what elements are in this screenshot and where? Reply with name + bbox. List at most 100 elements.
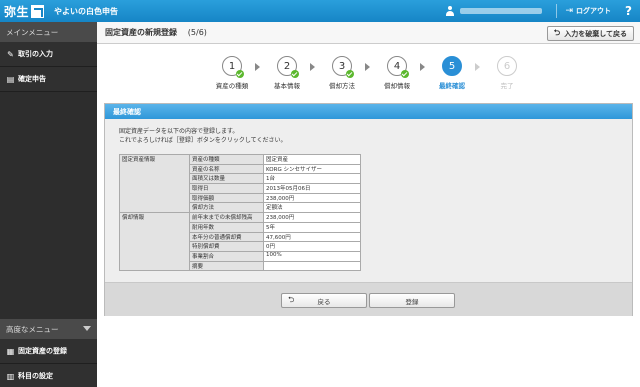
sidebar-header-main: メインメニュー: [0, 22, 97, 42]
book-icon: ▥: [6, 371, 15, 381]
step-label: 償却情報: [384, 82, 410, 90]
logo-text: 弥生: [4, 4, 30, 19]
logout-icon[interactable]: ⇥: [565, 6, 573, 16]
return-icon: ⮌: [553, 27, 561, 37]
step-label: 完了: [500, 82, 514, 90]
field-label: 資産の種類: [189, 154, 264, 165]
arrow-right-icon: [365, 63, 370, 71]
field-label: 事業割合: [189, 250, 264, 262]
page-title-text: 固定資産の新規登録: [105, 28, 177, 37]
field-label: 耐用年数: [189, 221, 264, 233]
field-label: 取得価額: [189, 192, 264, 204]
field-value: 2013年05月06日: [263, 183, 361, 194]
field-value: 固定資産: [263, 154, 361, 165]
step-counter: (5/6): [187, 28, 207, 37]
field-value: 238,000円: [263, 192, 361, 204]
step-number: 4: [393, 60, 401, 72]
step-label: 償却方法: [329, 82, 355, 90]
step-number: 2: [283, 60, 291, 72]
field-value: [263, 260, 361, 272]
page-title: 固定資産の新規登録 (5/6): [105, 27, 207, 38]
sidebar-item-tax-return[interactable]: ▤ 確定申告: [0, 67, 97, 92]
sidebar-item-label: 取引の入力: [18, 50, 53, 58]
step-number: 6: [503, 60, 511, 72]
field-label: 面積又は数量: [189, 173, 264, 185]
sidebar: メインメニュー ✎ 取引の入力 ▤ 確定申告 高度なメニュー ▦ 固定資産の登録…: [0, 22, 97, 387]
panel-title: 最終確認: [105, 104, 632, 119]
field-value: KORG シンセサイザー: [263, 163, 361, 175]
field-label: 摘要: [189, 260, 264, 272]
step-6: 6 完了: [482, 56, 532, 90]
yayoi-logo: 弥生: [4, 3, 45, 20]
pencil-icon: ✎: [7, 49, 14, 59]
field-label: 資産の名称: [189, 163, 264, 175]
group-label: 償却情報: [119, 212, 190, 272]
sidebar-header-advanced[interactable]: 高度なメニュー: [0, 319, 97, 339]
field-value: 47,600円: [263, 231, 361, 243]
divider: [556, 4, 558, 18]
top-bar: 弥生 やよいの白色申告 ⇥ ログアウト ?: [0, 0, 640, 22]
check-icon: [346, 70, 354, 78]
step-number: 5: [448, 60, 456, 72]
step-progress: 1 資産の種類 2 基本情報 3 償却方法 4 償却情報 5 最終確認 6 完了: [207, 56, 517, 96]
instruction-text: 固定資産データを以下の内容で登録します。 これでよろしければ［登録］ボタンをクリ…: [119, 127, 286, 145]
logout-link[interactable]: ログアウト: [576, 6, 611, 16]
step-2[interactable]: 2 基本情報: [262, 56, 312, 90]
step-3[interactable]: 3 償却方法: [317, 56, 367, 90]
step-number: 1: [228, 60, 236, 72]
arrow-right-icon: [310, 63, 315, 71]
field-value: 100%: [263, 250, 361, 262]
sidebar-item-label: 科目の設定: [18, 372, 53, 380]
app-title: やよいの白色申告: [54, 6, 119, 16]
field-label: 償却方法: [189, 202, 264, 214]
discard-button-label: 入力を破棄して戻る: [564, 29, 627, 38]
user-icon: [445, 6, 455, 16]
arrow-right-icon: [255, 63, 260, 71]
return-icon: ⮌: [288, 294, 295, 304]
instruction-line-2: これでよろしければ［登録］ボタンをクリックしてください。: [119, 137, 287, 144]
chevron-down-icon: [83, 326, 91, 331]
step-4[interactable]: 4 償却情報: [372, 56, 422, 90]
sidebar-item-fixed-asset-registration[interactable]: ▦ 固定資産の登録: [0, 339, 97, 364]
sidebar-item-label: 確定申告: [18, 75, 46, 83]
field-value: 定額法: [263, 202, 361, 214]
document-icon: ▤: [6, 74, 15, 84]
step-label: 最終確認: [439, 82, 465, 90]
field-value: 238,000円: [263, 212, 361, 223]
check-icon: [401, 70, 409, 78]
step-label: 基本情報: [274, 82, 300, 90]
field-label: 本年分の普通償却費: [189, 231, 264, 243]
step-number: 3: [338, 60, 346, 72]
confirmation-table: 固定資産情報 資産の種類 固定資産 資産の名称 KORG シンセサイザー 面積又…: [119, 153, 361, 272]
table-row: 償却情報 前年末までの未償却残高 238,000円: [119, 212, 361, 272]
logo-mark-icon: [31, 4, 45, 18]
field-label: 前年末までの未償却残高: [189, 212, 264, 223]
page-header: 固定資産の新規登録 (5/6) ⮌ 入力を破棄して戻る: [97, 22, 640, 44]
register-button-label: 登録: [405, 297, 419, 306]
register-button[interactable]: 登録: [369, 293, 455, 308]
table-icon: ▦: [6, 346, 15, 356]
group-label: 固定資産情報: [119, 153, 190, 214]
field-value: 5年: [263, 221, 361, 233]
arrow-right-icon: [475, 63, 480, 71]
sidebar-advanced-label: 高度なメニュー: [6, 324, 59, 334]
help-icon[interactable]: ?: [625, 4, 632, 18]
confirmation-panel: 最終確認 固定資産データを以下の内容で登録します。 これでよろしければ［登録］ボ…: [104, 103, 633, 316]
field-value: 0円: [263, 241, 361, 252]
field-label: 特別償却費: [189, 241, 264, 252]
panel-footer: ⮌ 戻る 登録: [105, 282, 632, 316]
step-1[interactable]: 1 資産の種類: [207, 56, 257, 90]
back-button-label: 戻る: [317, 297, 331, 306]
discard-and-back-button[interactable]: ⮌ 入力を破棄して戻る: [546, 26, 634, 41]
sidebar-item-label: 固定資産の登録: [18, 347, 67, 355]
step-label: 資産の種類: [215, 82, 249, 90]
table-row: 固定資産情報 資産の種類 固定資産: [119, 153, 361, 214]
arrow-right-icon: [420, 63, 425, 71]
back-button[interactable]: ⮌ 戻る: [281, 293, 367, 308]
check-icon: [291, 70, 299, 78]
sidebar-item-transaction-entry[interactable]: ✎ 取引の入力: [0, 42, 97, 67]
step-5: 5 最終確認: [427, 56, 477, 90]
main-content: 固定資産の新規登録 (5/6) ⮌ 入力を破棄して戻る 1 資産の種類 2 基本…: [97, 22, 640, 387]
field-value: 1台: [263, 173, 361, 185]
sidebar-item-account-settings[interactable]: ▥ 科目の設定: [0, 364, 97, 387]
